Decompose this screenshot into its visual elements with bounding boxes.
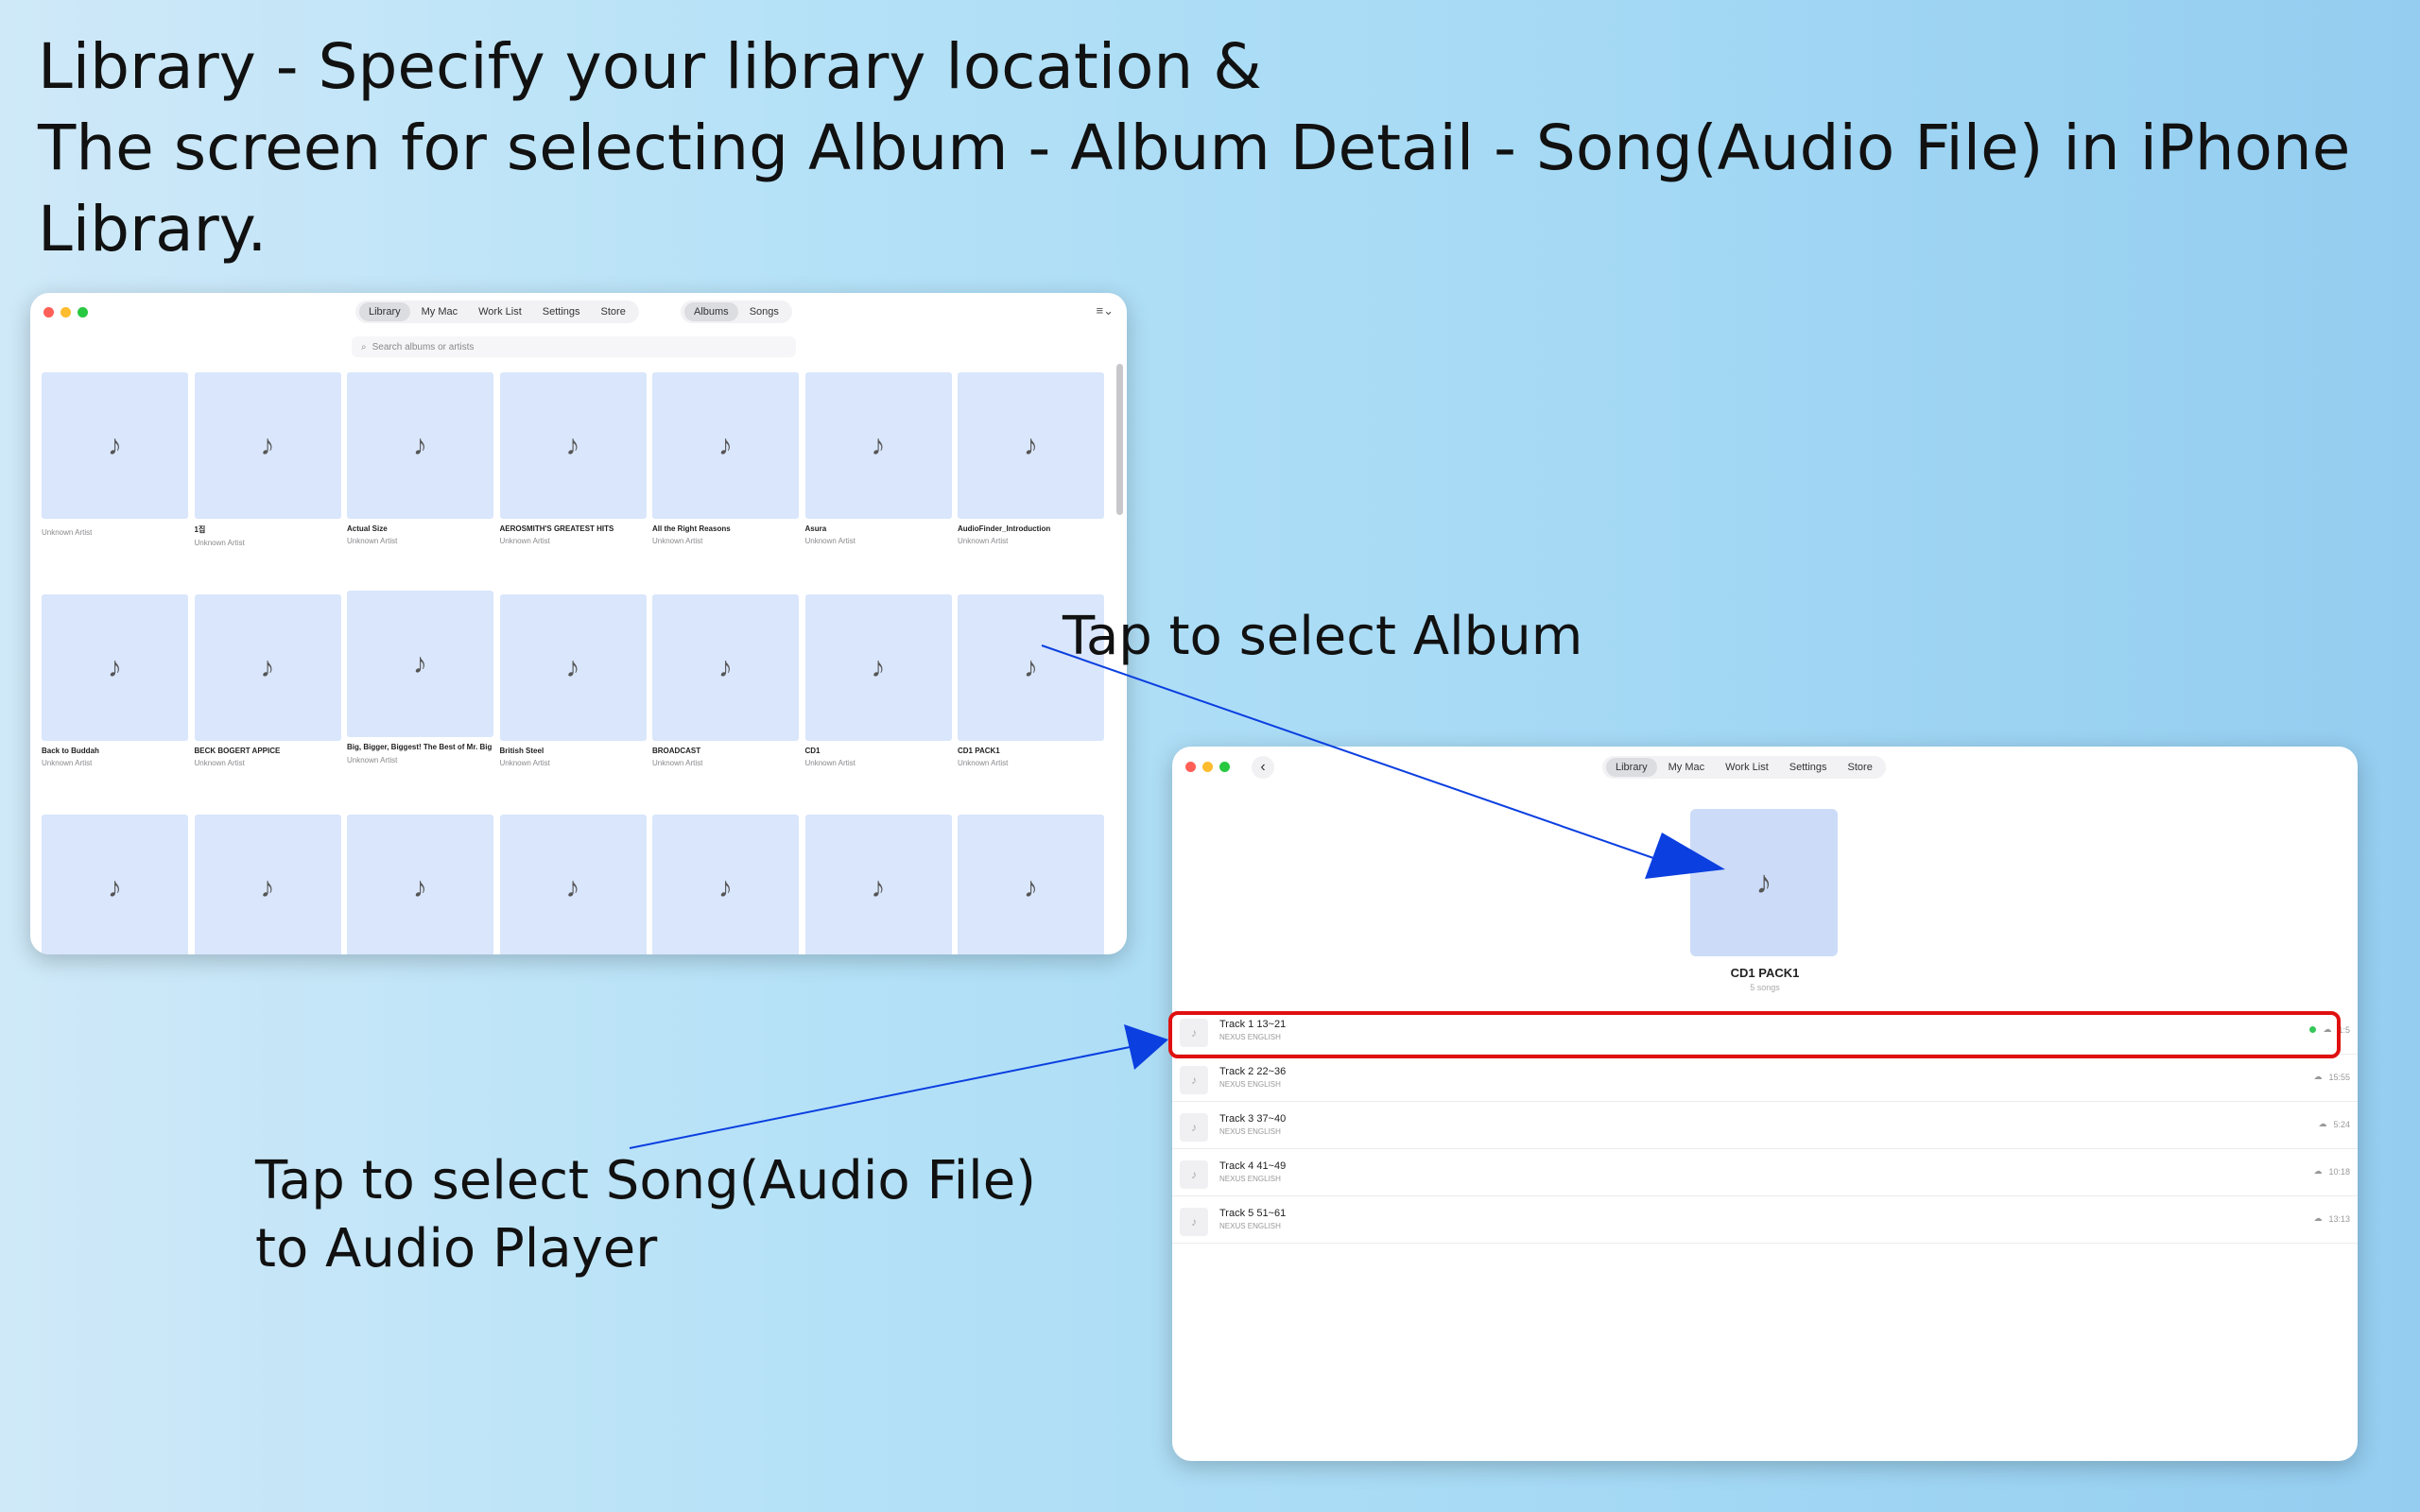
arrow-head-album [1645,833,1725,879]
arrow-to-album [1041,644,1679,868]
arrow-head-song [1124,1024,1168,1070]
arrow-to-song [629,1041,1154,1149]
annotation-arrows [629,644,1725,1149]
